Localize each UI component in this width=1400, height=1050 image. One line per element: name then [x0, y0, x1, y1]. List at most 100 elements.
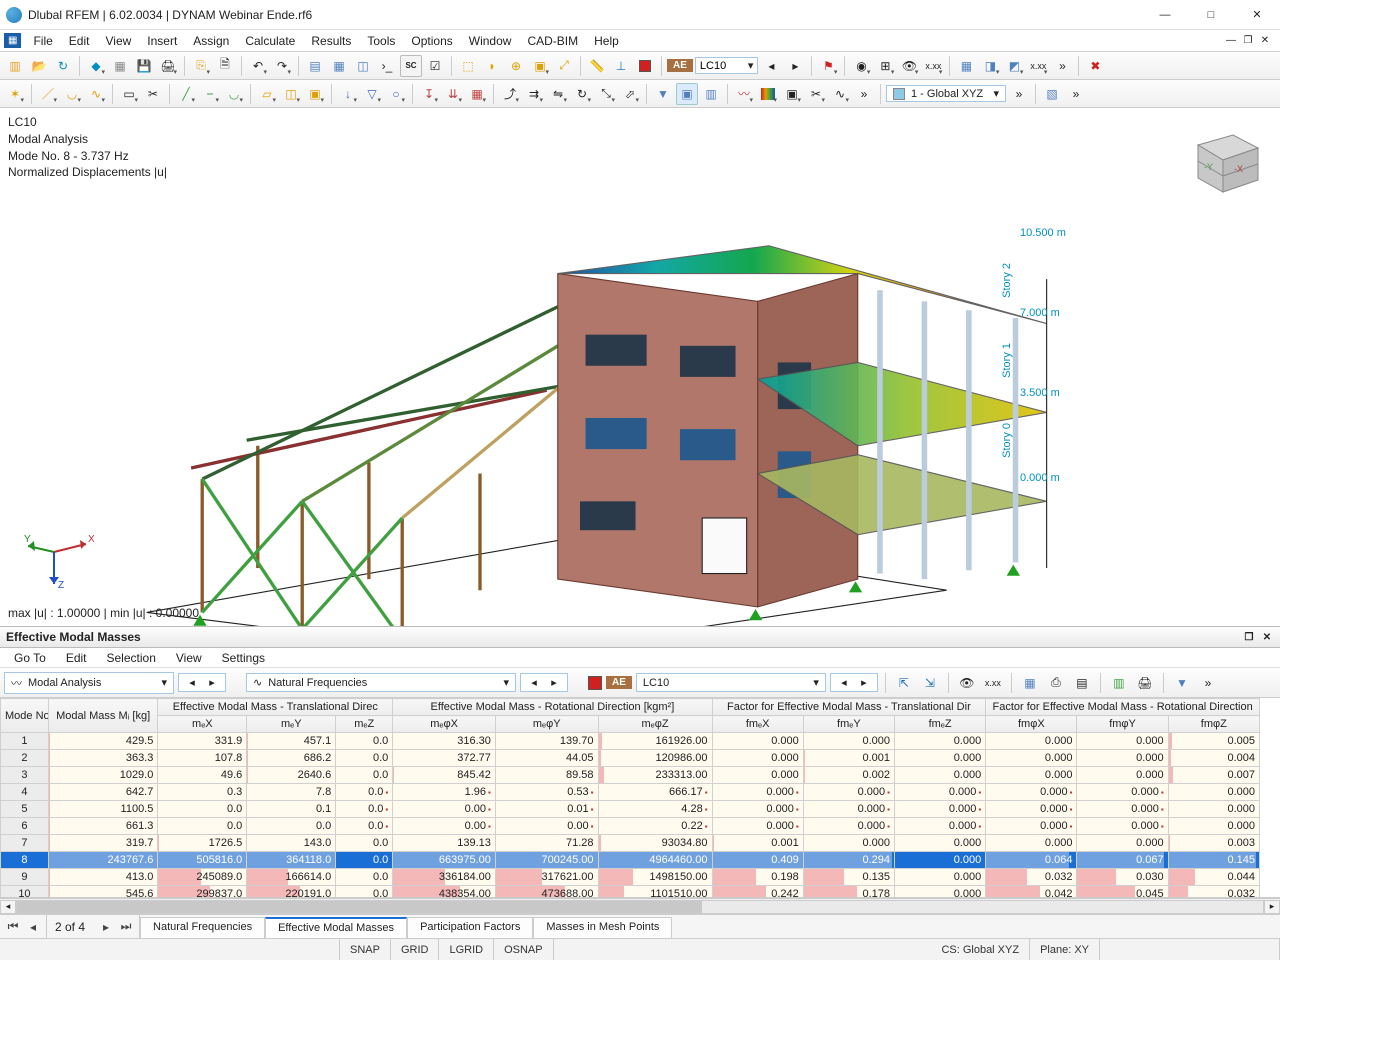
colgrp-rot[interactable]: Effective Modal Mass - Rotational Direct… [393, 699, 712, 716]
scroll-thumb[interactable] [17, 901, 702, 913]
diagram-icon[interactable]: 〰 [733, 83, 755, 105]
menu-calculate[interactable]: Calculate [237, 32, 303, 50]
script-icon[interactable]: SC [400, 55, 422, 77]
table-row[interactable]: 9413.0245089.0166614.00.0336184.00317621… [1, 869, 1260, 886]
smooth-icon[interactable]: ∿ [829, 83, 851, 105]
solid-icon[interactable]: ▣ [304, 83, 326, 105]
new-icon[interactable]: ▥ [4, 55, 26, 77]
close-button[interactable]: ✕ [1234, 0, 1280, 30]
node-icon[interactable]: ✶ [4, 83, 26, 105]
line-icon[interactable]: ／ [37, 83, 59, 105]
render-wire-icon[interactable]: ◉ [850, 55, 872, 77]
results-table[interactable]: Mode No. Modal Mass Mᵢ [kg] Effective Mo… [0, 698, 1260, 897]
block-icon[interactable]: ▦ [109, 55, 131, 77]
clip2-icon[interactable]: ▥ [700, 83, 722, 105]
navigation-cube[interactable]: -X -Y [1178, 120, 1268, 200]
table-hscroll[interactable]: ◂ ▸ [0, 898, 1280, 914]
colgrp-ftrans[interactable]: Factor for Effective Modal Mass - Transl… [712, 699, 986, 716]
nodal-load-icon[interactable]: ↧ [418, 83, 440, 105]
minimize-button[interactable]: — [1142, 0, 1188, 30]
results-grid[interactable]: Mode No. Modal Mass Mᵢ [kg] Effective Mo… [0, 698, 1280, 897]
cut-icon[interactable]: ✂ [805, 83, 827, 105]
divide-icon[interactable]: ✂ [142, 83, 164, 105]
table-row[interactable]: 2363.3107.8686.20.0372.7744.05120986.000… [1, 750, 1260, 767]
eye-icon[interactable]: 👁 [956, 672, 978, 694]
col-modal-mass[interactable]: Modal Mass Mᵢ [kg] [48, 699, 157, 733]
open-icon[interactable]: 📂 [28, 55, 50, 77]
mdi-close-button[interactable]: ✕ [1258, 34, 1272, 48]
solid-result-icon[interactable]: ▣ [781, 83, 803, 105]
menu-help[interactable]: Help [586, 32, 627, 50]
filter-table-icon[interactable]: ▼ [1171, 672, 1193, 694]
sync-view-icon[interactable]: ⇲ [919, 672, 941, 694]
panels-icon[interactable]: ◫ [352, 55, 374, 77]
load-icon[interactable]: ↓ [337, 83, 359, 105]
menu-cad-bim[interactable]: CAD-BIM [519, 32, 586, 50]
panel-menu-goto[interactable]: Go To [6, 650, 54, 666]
panel-lc-selector[interactable]: LC10 ▾ [636, 673, 826, 692]
tab-participation-factors[interactable]: Participation Factors [407, 917, 533, 938]
menu-assign[interactable]: Assign [185, 32, 237, 50]
scroll-right-button[interactable]: ▸ [1264, 900, 1280, 914]
menu-window[interactable]: Window [461, 32, 520, 50]
select-region-icon[interactable]: ⬚ [457, 55, 479, 77]
status-grid[interactable]: GRID [391, 939, 440, 960]
print-table-icon[interactable]: 🖨 [1134, 672, 1156, 694]
scroll-track[interactable] [16, 900, 1264, 914]
zoom-icon[interactable]: ⊕ [505, 55, 527, 77]
label-icon[interactable]: x.xx [1027, 55, 1049, 77]
extrude-icon[interactable]: ⬀ [619, 83, 641, 105]
overflow3-icon[interactable]: » [1008, 83, 1030, 105]
loadcase-selector[interactable]: ▾ [695, 57, 759, 74]
tab-first-button[interactable]: ⏮ [4, 919, 22, 934]
precision-icon[interactable]: x.xx [982, 672, 1004, 694]
loadcase-input[interactable] [700, 60, 744, 72]
tab-last-button[interactable]: ⏭ [117, 919, 135, 934]
tableopt2-icon[interactable]: ⎙ [1045, 672, 1067, 694]
mdi-minimize-button[interactable]: — [1224, 34, 1238, 48]
print-icon[interactable]: 🖨 [157, 55, 179, 77]
flag-icon[interactable]: ⚑ [817, 55, 839, 77]
panel-restore-button[interactable]: ❐ [1242, 630, 1256, 644]
menu-edit[interactable]: Edit [61, 32, 98, 50]
mirror-icon[interactable]: ⇋ [547, 83, 569, 105]
delete-results-icon[interactable]: ✖ [1084, 55, 1106, 77]
status-snap[interactable]: SNAP [340, 939, 391, 960]
maximize-button[interactable]: □ [1188, 0, 1234, 30]
imperfection-icon[interactable]: ⤴ [499, 83, 521, 105]
numbering-icon[interactable]: x.xx [922, 55, 944, 77]
analysis-type-selector[interactable]: 〰 Modal Analysis ▾ [4, 672, 174, 694]
app-menu-icon[interactable]: ▦ [4, 33, 21, 48]
panel-menu-selection[interactable]: Selection [99, 650, 164, 666]
beam-icon[interactable]: ⎯ [199, 83, 221, 105]
result-type-selector[interactable]: ∿ Natural Frequencies ▾ [246, 673, 516, 692]
table-icon[interactable]: ▦ [328, 55, 350, 77]
table-row[interactable]: 10545.6299837.0220191.00.0438354.0047368… [1, 886, 1260, 898]
tableopt1-icon[interactable]: ▦ [1019, 672, 1041, 694]
dropdown-icon[interactable]: ▾ [813, 676, 819, 689]
clip1-icon[interactable]: ▣ [676, 83, 698, 105]
line-load-icon[interactable]: ⇊ [442, 83, 464, 105]
member-icon[interactable]: ╱ [175, 83, 197, 105]
tab-prev-button[interactable]: ◂ [24, 920, 42, 934]
panel-overflow-icon[interactable]: » [1197, 672, 1219, 694]
scale-icon[interactable]: ⤡ [595, 83, 617, 105]
copy-icon[interactable]: ⎘ [190, 55, 212, 77]
panel-menu-edit[interactable]: Edit [58, 650, 95, 666]
undo-icon[interactable]: ↶ [247, 55, 269, 77]
mdi-restore-button[interactable]: ❐ [1241, 34, 1255, 48]
table-row[interactable]: 31029.049.62640.60.0845.4289.58233313.00… [1, 767, 1260, 784]
analysis-nav[interactable]: ◂▸ [178, 673, 226, 692]
menu-view[interactable]: View [97, 32, 139, 50]
filter-icon[interactable]: ▼ [652, 83, 674, 105]
table-row[interactable]: 6661.30.00.00.00.000.000.220.0000.0000.0… [1, 818, 1260, 835]
area-load-icon[interactable]: ▦ [466, 83, 488, 105]
grid-vis-icon[interactable]: ⊞ [874, 55, 896, 77]
surface-icon[interactable]: ▱ [256, 83, 278, 105]
tab-masses-in-mesh-points[interactable]: Masses in Mesh Points [533, 917, 672, 938]
lc-next-icon[interactable]: ▸ [784, 55, 806, 77]
tableopt3-icon[interactable]: ▤ [1071, 672, 1093, 694]
zoom-window-icon[interactable]: ▣ [529, 55, 551, 77]
panel-menu-view[interactable]: View [168, 650, 210, 666]
table-row[interactable]: 7319.71726.5143.00.0139.1371.2893034.800… [1, 835, 1260, 852]
